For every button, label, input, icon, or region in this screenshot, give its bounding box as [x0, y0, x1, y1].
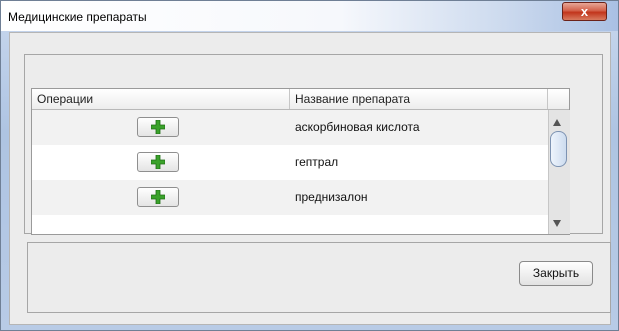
- table-row[interactable]: преднизалон: [32, 180, 548, 215]
- scroll-down-arrow-icon[interactable]: [553, 220, 561, 227]
- drug-name-cell: аскорбиновая кислота: [295, 120, 420, 134]
- window-title: Медицинские препараты: [8, 10, 147, 24]
- column-header-operations[interactable]: Операции: [32, 89, 290, 109]
- dialog-window: Медицинские препараты x Операции Названи…: [0, 0, 619, 331]
- scroll-thumb[interactable]: [550, 131, 567, 167]
- drug-name-cell: гептрал: [295, 155, 339, 169]
- plus-icon: [151, 190, 165, 204]
- plus-icon: [151, 120, 165, 134]
- drugs-table: Операции Название препарата аскорбиновая…: [31, 88, 570, 235]
- title-bar[interactable]: Медицинские препараты x: [1, 1, 618, 31]
- table-row[interactable]: гептрал: [32, 145, 548, 180]
- vertical-scrollbar[interactable]: [548, 110, 570, 234]
- column-header-drug-name[interactable]: Название препарата: [290, 89, 548, 109]
- plus-icon: [151, 155, 165, 169]
- scroll-up-arrow-icon[interactable]: [553, 119, 561, 126]
- close-button[interactable]: Закрыть: [519, 261, 593, 286]
- table-row[interactable]: аскорбиновая кислота: [32, 110, 548, 145]
- drug-name-cell: преднизалон: [295, 190, 368, 204]
- table-header: Операции Название препарата: [32, 89, 569, 110]
- window-close-button[interactable]: x: [562, 2, 607, 21]
- add-button[interactable]: [137, 152, 179, 172]
- add-button[interactable]: [137, 187, 179, 207]
- dialog-content: Операции Название препарата аскорбиновая…: [9, 32, 611, 325]
- add-button[interactable]: [137, 117, 179, 137]
